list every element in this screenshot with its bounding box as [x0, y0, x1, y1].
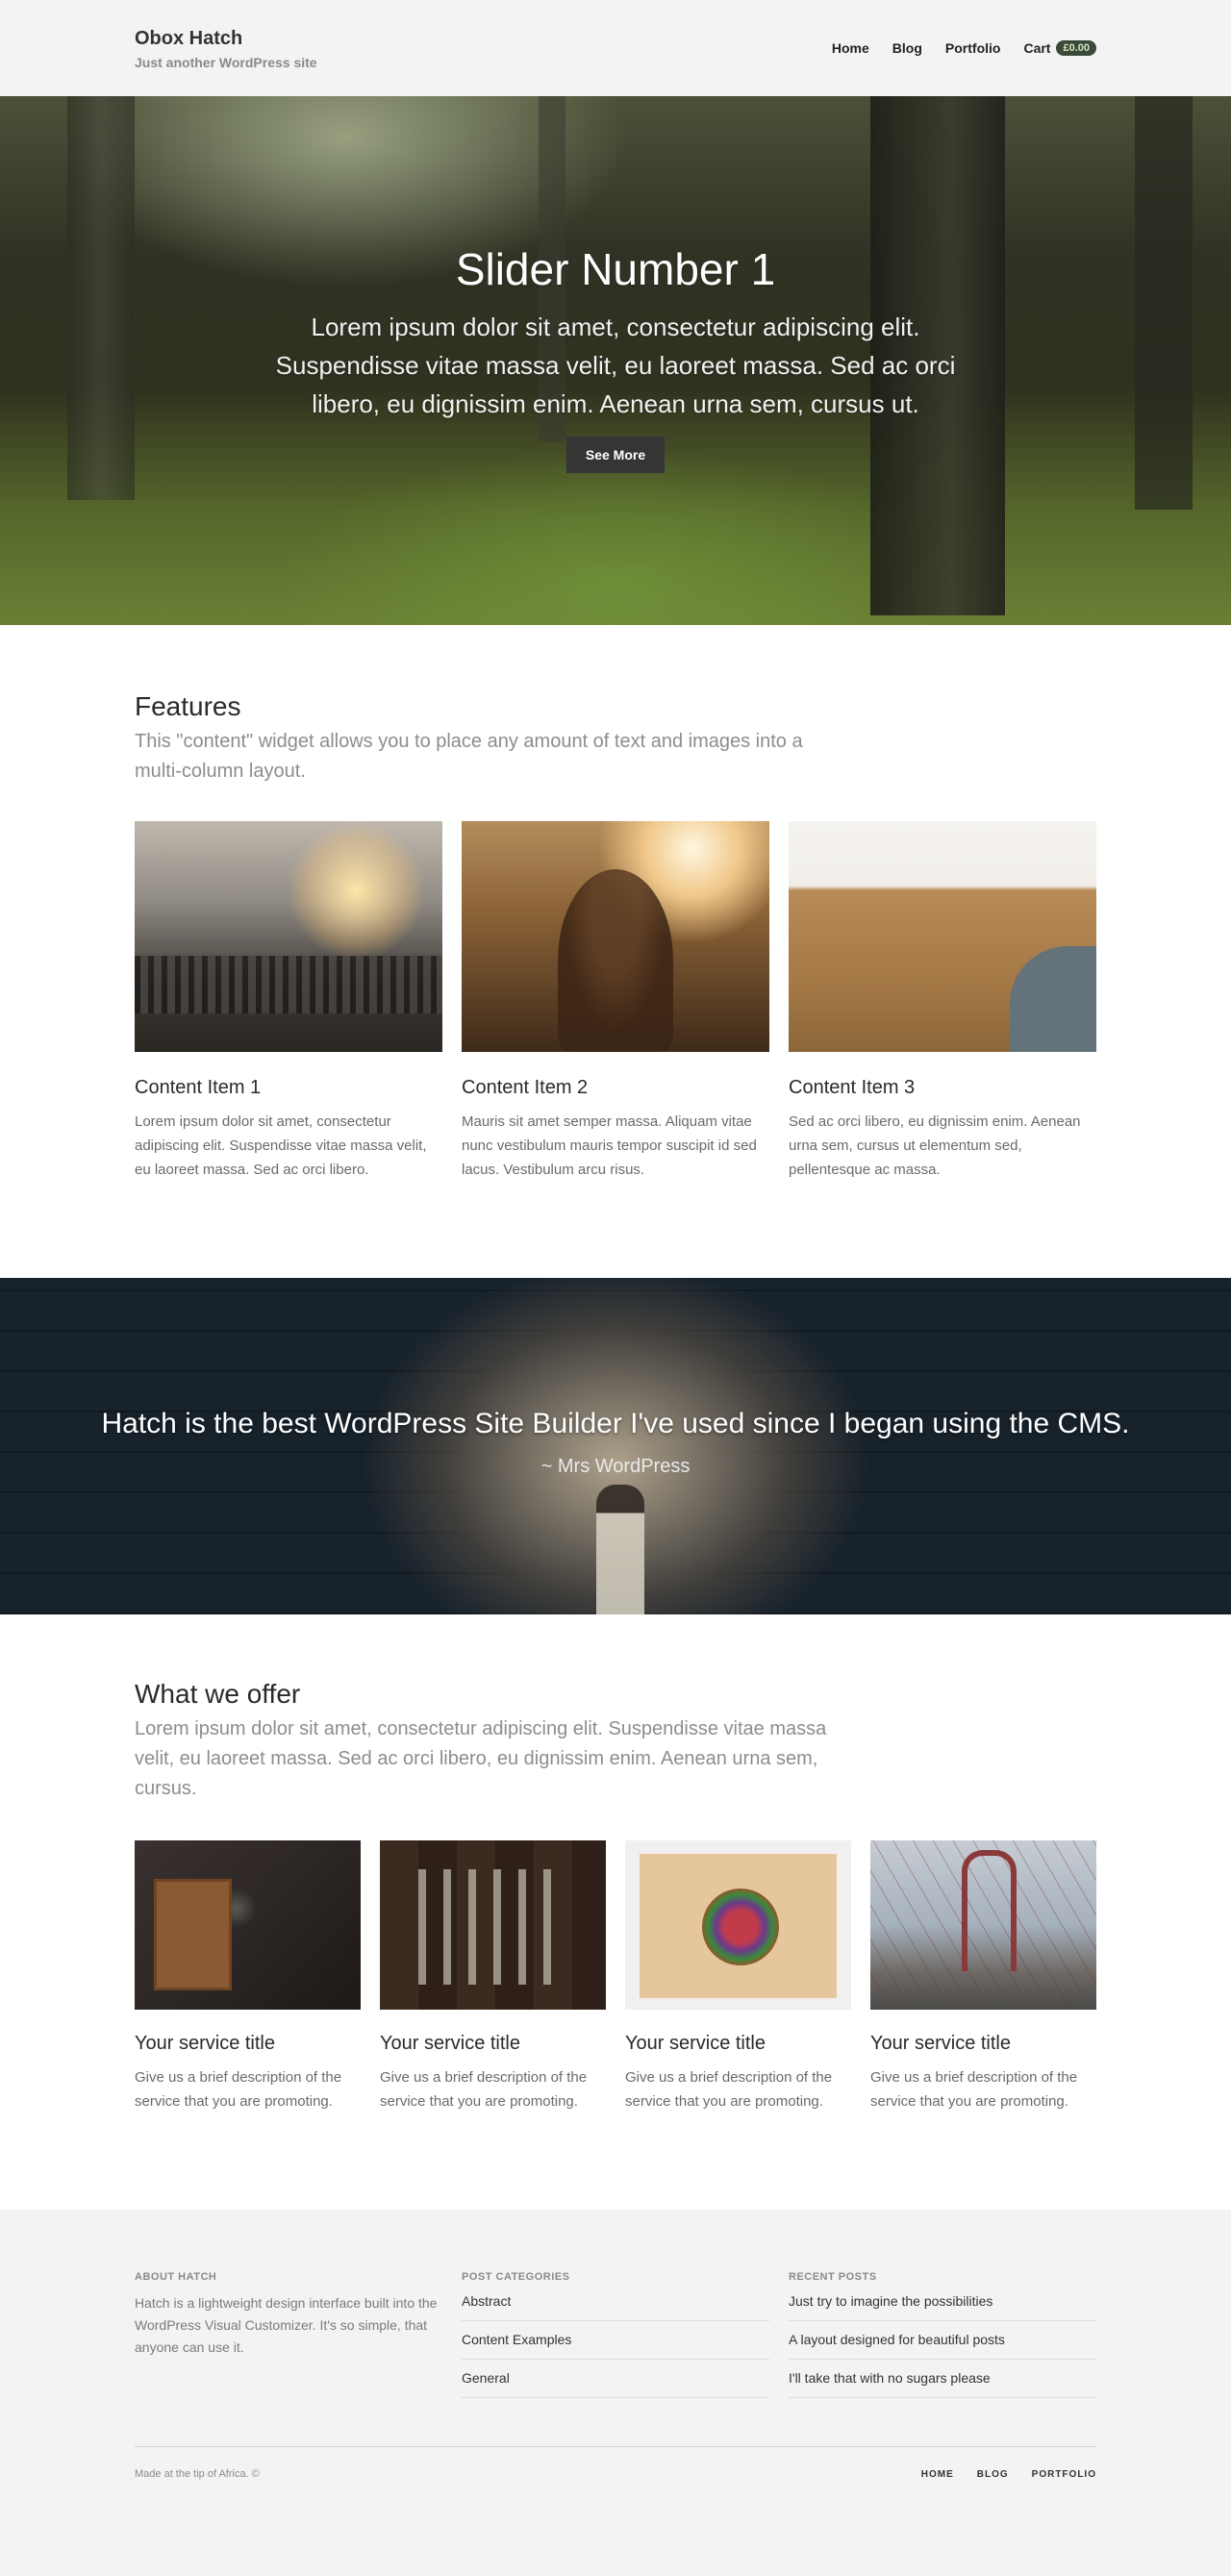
service-text: Give us a brief description of the servi…	[870, 2069, 1078, 2110]
desk-phone-image	[789, 821, 1096, 1052]
service-title: Your service title	[135, 2033, 275, 2054]
category-link[interactable]: Abstract	[462, 2292, 769, 2321]
recent-post-link[interactable]: I'll take that with no sugars please	[789, 2369, 1096, 2398]
service-title: Your service title	[870, 2033, 1011, 2054]
copyright-text: Made at the tip of Africa. ©	[135, 2468, 260, 2480]
services-section: What we offer Lorem ipsum dolor sit amet…	[0, 1614, 1231, 2210]
nav-portfolio[interactable]: Portfolio	[945, 40, 1001, 56]
footer-bottom-bar: Made at the tip of Africa. © HOME BLOG P…	[135, 2446, 1096, 2480]
about-text: Hatch is a lightweight design interface …	[135, 2295, 438, 2355]
site-footer: ABOUT HATCH Hatch is a lightweight desig…	[0, 2210, 1231, 2576]
testimonial-quote: Hatch is the best WordPress Site Builder…	[101, 1408, 1130, 1439]
category-link[interactable]: Content Examples	[462, 2331, 769, 2360]
content-item-title: Content Item 3	[789, 1077, 916, 1098]
service-text: Give us a brief description of the servi…	[625, 2069, 833, 2110]
content-item: Content Item 1 Lorem ipsum dolor sit ame…	[135, 821, 442, 1182]
content-item: Content Item 3 Sed ac orci libero, eu di…	[789, 821, 1096, 1182]
services-grid: Your service title Give us a brief descr…	[135, 1840, 1096, 2113]
footer-nav-home[interactable]: HOME	[921, 2469, 954, 2480]
footer-nav-blog[interactable]: BLOG	[977, 2469, 1009, 2480]
salad-bowl-image	[625, 1840, 851, 2010]
features-title: Features	[135, 691, 241, 721]
testimonial-author: ~ Mrs WordPress	[540, 1456, 691, 1477]
site-tagline: Just another WordPress site	[135, 55, 317, 70]
testimonial-section: Hatch is the best WordPress Site Builder…	[0, 1278, 1231, 1614]
content-item: Content Item 2 Mauris sit amet semper ma…	[462, 821, 769, 1182]
categories-heading: POST CATEGORIES	[462, 2271, 570, 2283]
nav-blog[interactable]: Blog	[892, 40, 922, 56]
see-more-button[interactable]: See More	[565, 437, 666, 473]
category-link[interactable]: General	[462, 2369, 769, 2398]
services-subtitle: Lorem ipsum dolor sit amet, consectetur …	[135, 1718, 827, 1799]
content-item-title: Content Item 2	[462, 1077, 589, 1098]
city-street-image	[135, 821, 442, 1052]
tools-image	[380, 1840, 606, 2010]
cart-label: Cart	[1023, 40, 1051, 56]
hero-background-tree	[67, 96, 135, 500]
recent-post-link[interactable]: Just try to imagine the possibilities	[789, 2292, 1096, 2321]
branding: Obox Hatch Just another WordPress site	[135, 26, 317, 70]
sunset-portrait-image	[462, 821, 769, 1052]
footer-about: ABOUT HATCH Hatch is a lightweight desig…	[135, 2269, 442, 2408]
recent-post-link[interactable]: A layout designed for beautiful posts	[789, 2331, 1096, 2360]
nav-home[interactable]: Home	[832, 40, 869, 56]
recent-posts-heading: RECENT POSTS	[789, 2271, 877, 2283]
content-item-text: Lorem ipsum dolor sit amet, consectetur …	[135, 1113, 427, 1178]
content-item-text: Sed ac orci libero, eu dignissim enim. A…	[789, 1113, 1081, 1178]
bridge-image	[870, 1840, 1096, 2010]
about-heading: ABOUT HATCH	[135, 2271, 217, 2283]
site-title[interactable]: Obox Hatch	[135, 26, 317, 51]
testimonial-content: Hatch is the best WordPress Site Builder…	[0, 1278, 1231, 1478]
features-section: Features This "content" widget allows yo…	[0, 625, 1231, 1278]
content-item-title: Content Item 1	[135, 1077, 262, 1098]
service-title: Your service title	[380, 2033, 520, 2054]
nav-cart[interactable]: Cart £0.00	[1023, 40, 1096, 56]
footer-recent-posts: RECENT POSTS Just try to imagine the pos…	[789, 2269, 1096, 2408]
features-subtitle: This "content" widget allows you to plac…	[135, 731, 803, 782]
content-item-text: Mauris sit amet semper massa. Aliquam vi…	[462, 1113, 757, 1178]
services-title: What we offer	[135, 1679, 301, 1709]
hero-slider: Slider Number 1 Lorem ipsum dolor sit am…	[0, 96, 1231, 625]
hero-background-tree	[1135, 96, 1193, 510]
person-silhouette-image	[596, 1485, 644, 1614]
site-header: Obox Hatch Just another WordPress site H…	[0, 0, 1231, 96]
service-title: Your service title	[625, 2033, 766, 2054]
footer-categories: POST CATEGORIES Abstract Content Example…	[462, 2269, 769, 2408]
service-text: Give us a brief description of the servi…	[135, 2069, 342, 2110]
service-item: Your service title Give us a brief descr…	[380, 1840, 606, 2113]
hero-content: Slider Number 1 Lorem ipsum dolor sit am…	[250, 96, 981, 473]
footer-widgets: ABOUT HATCH Hatch is a lightweight desig…	[135, 2269, 1096, 2408]
service-item: Your service title Give us a brief descr…	[625, 1840, 851, 2113]
hero-text: Lorem ipsum dolor sit amet, consectetur …	[275, 313, 956, 418]
recent-posts-list: Just try to imagine the possibilities A …	[789, 2292, 1096, 2398]
main-nav: Home Blog Portfolio Cart £0.00	[832, 40, 1096, 56]
cart-total-badge: £0.00	[1056, 40, 1096, 56]
service-item: Your service title Give us a brief descr…	[135, 1840, 361, 2113]
hero-title: Slider Number 1	[455, 244, 776, 294]
features-grid: Content Item 1 Lorem ipsum dolor sit ame…	[135, 821, 1096, 1182]
spices-image	[135, 1840, 361, 2010]
service-item: Your service title Give us a brief descr…	[870, 1840, 1096, 2113]
categories-list: Abstract Content Examples General	[462, 2292, 769, 2398]
footer-nav-portfolio[interactable]: PORTFOLIO	[1032, 2469, 1096, 2480]
footer-nav: HOME BLOG PORTFOLIO	[921, 2469, 1096, 2480]
service-text: Give us a brief description of the servi…	[380, 2069, 588, 2110]
